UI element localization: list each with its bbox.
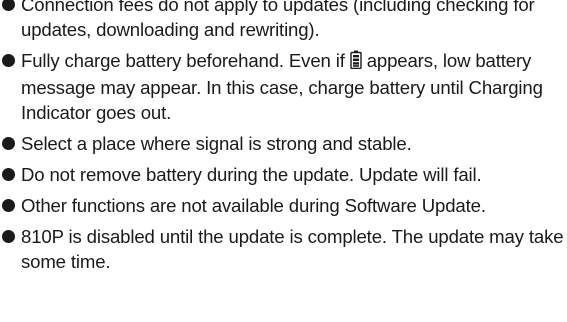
bullet-icon	[2, 168, 15, 181]
note-text: Select a place where signal is strong an…	[21, 133, 412, 154]
note-text-before-icon: Fully charge battery beforehand. Even if	[21, 50, 345, 71]
battery-full-icon	[350, 50, 362, 75]
note-item: Select a place where signal is strong an…	[0, 131, 567, 156]
note-item: Connection fees do not apply to updates …	[0, 0, 567, 42]
note-item: Do not remove battery during the update.…	[0, 162, 567, 187]
note-item: Other functions are not available during…	[0, 193, 567, 218]
bullet-icon	[2, 199, 15, 212]
note-text: Do not remove battery during the update.…	[21, 164, 482, 185]
note-item: Fully charge battery beforehand. Even if…	[0, 48, 567, 125]
note-text: 810P is disabled until the update is com…	[21, 226, 564, 272]
notes-list: Connection fees do not apply to updates …	[0, 0, 567, 280]
note-text: Other functions are not available during…	[21, 195, 486, 216]
note-text: Connection fees do not apply to updates …	[21, 0, 535, 40]
bullet-icon	[2, 230, 15, 243]
bullet-icon	[2, 0, 15, 11]
bullet-icon	[2, 54, 15, 67]
note-item: 810P is disabled until the update is com…	[0, 224, 567, 274]
bullet-icon	[2, 137, 15, 150]
page: { "notes": [ { "text": "Connection fees …	[0, 0, 567, 322]
